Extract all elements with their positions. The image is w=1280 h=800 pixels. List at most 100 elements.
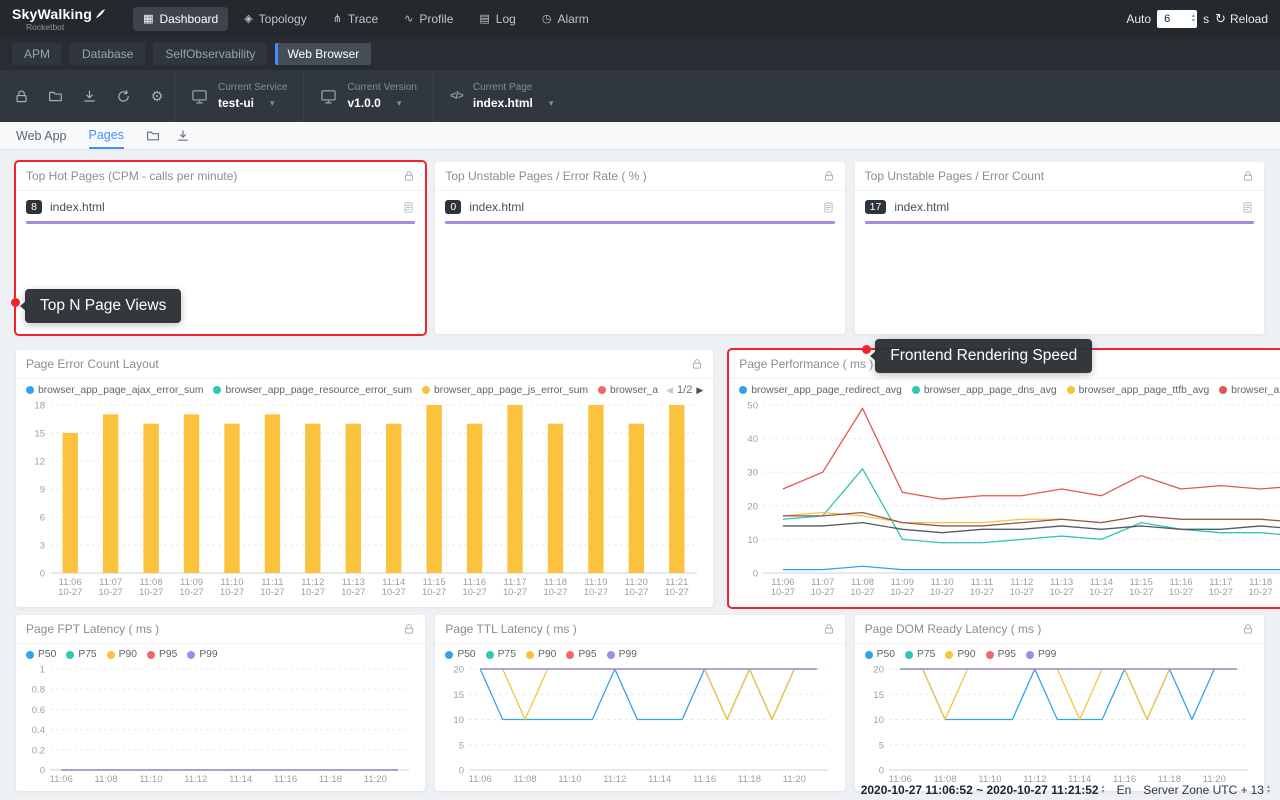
legend-item[interactable]: P95 bbox=[147, 649, 177, 660]
current-service-select[interactable]: Current Service test-ui▾ bbox=[174, 70, 303, 122]
legend-item[interactable]: P50 bbox=[445, 649, 475, 660]
legend-item[interactable]: P75 bbox=[66, 649, 96, 660]
nav-item-alarm[interactable]: ◷Alarm bbox=[532, 7, 599, 31]
selector-label: Current Service bbox=[218, 82, 287, 93]
download-icon[interactable] bbox=[176, 129, 190, 143]
reload-button[interactable]: ↻ Reload bbox=[1215, 11, 1268, 27]
lock-icon[interactable] bbox=[4, 70, 38, 122]
tab-apm[interactable]: APM bbox=[12, 43, 62, 65]
legend-label: P99 bbox=[619, 649, 637, 660]
legend-item[interactable]: P90 bbox=[107, 649, 137, 660]
svg-text:15: 15 bbox=[454, 690, 465, 701]
tab-database[interactable]: Database bbox=[70, 43, 145, 65]
legend-item[interactable]: browser_app_page_redirect_avg bbox=[739, 385, 902, 396]
nav-label: Topology bbox=[259, 12, 307, 26]
legend-dot bbox=[912, 386, 920, 394]
legend-item[interactable]: browser_app_page_tcp_avg bbox=[1219, 385, 1280, 396]
chart-legend: P50 P75 P90 P95 P99 bbox=[855, 644, 1264, 662]
nav-item-profile[interactable]: ∿Profile bbox=[394, 7, 463, 31]
refresh-controls: Auto 6 ▴▾ s ↻ Reload bbox=[1126, 10, 1268, 28]
svg-text:3: 3 bbox=[40, 541, 45, 552]
svg-text:1: 1 bbox=[40, 665, 45, 676]
legend-label: browser_app_page_redirect_avg bbox=[751, 385, 902, 396]
legend-item[interactable]: browser_app_page_ttfb_avg bbox=[1067, 385, 1210, 396]
legend-item[interactable]: browser_app_page_ajax_error_sum bbox=[26, 385, 203, 396]
legend-item[interactable]: browser_app_page_js_error_sum bbox=[422, 385, 588, 396]
tab-pages[interactable]: Pages bbox=[89, 122, 124, 149]
nav-item-dashboard[interactable]: ▦Dashboard bbox=[133, 7, 228, 31]
lock-icon[interactable] bbox=[691, 358, 703, 370]
current-version-select[interactable]: Current Version v1.0.0▾ bbox=[303, 70, 432, 122]
legend-label: P50 bbox=[457, 649, 475, 660]
lock-icon[interactable] bbox=[1242, 623, 1254, 635]
nav-item-log[interactable]: ▤Log bbox=[469, 7, 525, 31]
dashboard-toolbar: ⚙ Current Service test-ui▾ Current Versi… bbox=[0, 70, 1280, 122]
current-page-select[interactable]: </> Current Page index.html▾ bbox=[433, 70, 569, 122]
svg-text:10-27: 10-27 bbox=[179, 587, 203, 598]
auto-label: Auto bbox=[1126, 12, 1151, 26]
tab-selfobservability[interactable]: SelfObservability bbox=[153, 43, 267, 65]
annotation-tooltip: Frontend Rendering Speed bbox=[875, 339, 1092, 373]
legend-dot bbox=[486, 651, 494, 659]
tab-web-browser[interactable]: Web Browser bbox=[275, 43, 371, 65]
value-badge: 8 bbox=[26, 200, 42, 214]
gear-icon[interactable]: ⚙ bbox=[140, 70, 174, 122]
legend-item[interactable]: P99 bbox=[187, 649, 217, 660]
clipboard-icon[interactable] bbox=[402, 201, 415, 214]
dashboard-content: Top Hot Pages (CPM - calls per minute) 8… bbox=[0, 150, 1280, 791]
legend-item[interactable]: P99 bbox=[1026, 649, 1056, 660]
svg-text:10-27: 10-27 bbox=[462, 587, 486, 598]
legend-item[interactable]: P50 bbox=[26, 649, 56, 660]
next-page-icon[interactable]: ▶ bbox=[696, 385, 703, 396]
folder-icon[interactable] bbox=[146, 129, 160, 143]
stepper-down-icon[interactable]: ▾ bbox=[1102, 790, 1105, 795]
svg-text:10-27: 10-27 bbox=[543, 587, 567, 598]
prev-page-icon[interactable]: ◀ bbox=[666, 385, 673, 396]
panel-title: Page Error Count Layout bbox=[26, 357, 159, 371]
panel-page-dom-ready-latency: Page DOM Ready Latency ( ms ) P50P75P90P… bbox=[855, 615, 1264, 791]
svg-text:40: 40 bbox=[748, 434, 759, 445]
clipboard-icon[interactable] bbox=[822, 201, 835, 214]
svg-text:10-27: 10-27 bbox=[890, 587, 914, 598]
tab-web-app[interactable]: Web App bbox=[16, 122, 67, 149]
download-icon[interactable] bbox=[72, 70, 106, 122]
topology-icon: ◈ bbox=[244, 14, 252, 25]
lock-icon[interactable] bbox=[403, 623, 415, 635]
lock-icon[interactable] bbox=[1242, 170, 1254, 182]
folder-icon[interactable] bbox=[38, 70, 72, 122]
svg-text:11:10: 11:10 bbox=[139, 774, 162, 785]
clipboard-icon[interactable] bbox=[1241, 201, 1254, 214]
nav-item-topology[interactable]: ◈ Topology bbox=[234, 7, 317, 31]
auto-interval-input[interactable]: 6 ▴▾ bbox=[1157, 10, 1197, 28]
legend-item[interactable]: P95 bbox=[986, 649, 1016, 660]
svg-text:11:12: 11:12 bbox=[184, 774, 207, 785]
lock-icon[interactable] bbox=[823, 623, 835, 635]
legend-item[interactable]: P50 bbox=[865, 649, 895, 660]
legend-item[interactable]: browser_a bbox=[598, 385, 658, 396]
nav-label: Log bbox=[496, 12, 516, 26]
legend-dot bbox=[26, 386, 34, 394]
language-switch[interactable]: En bbox=[1117, 783, 1132, 797]
stepper-down-icon[interactable]: ▾ bbox=[1192, 19, 1195, 24]
legend-item[interactable]: P95 bbox=[566, 649, 596, 660]
legend-item[interactable]: P75 bbox=[905, 649, 935, 660]
svg-text:0.2: 0.2 bbox=[32, 745, 45, 756]
lock-icon[interactable] bbox=[403, 170, 415, 182]
legend-dot bbox=[1219, 386, 1227, 394]
stepper-down-icon[interactable]: ▾ bbox=[1267, 790, 1270, 795]
app-logo[interactable]: SkyWalking Rocketbot bbox=[12, 7, 107, 32]
refresh-icon[interactable] bbox=[106, 70, 140, 122]
legend-item[interactable]: browser_app_page_resource_error_sum bbox=[213, 385, 412, 396]
legend-label: P99 bbox=[1038, 649, 1056, 660]
panel-top-unstable-error-count: Top Unstable Pages / Error Count 17 inde… bbox=[855, 162, 1264, 334]
legend-item[interactable]: browser_app_page_dns_avg bbox=[912, 385, 1057, 396]
lock-icon[interactable] bbox=[823, 170, 835, 182]
legend-item[interactable]: P75 bbox=[486, 649, 516, 660]
legend-item[interactable]: P99 bbox=[607, 649, 637, 660]
time-range[interactable]: 2020-10-27 11:06:52 ~ 2020-10-27 11:21:5… bbox=[861, 783, 1105, 797]
nav-item-trace[interactable]: ⋔Trace bbox=[323, 7, 388, 31]
server-zone-control[interactable]: Server Zone UTC + 13 ▴▾ bbox=[1143, 783, 1270, 797]
chart-canvas: 0510152011:0611:0811:1011:1211:1411:1611… bbox=[859, 662, 1260, 787]
legend-item[interactable]: P90 bbox=[945, 649, 975, 660]
legend-item[interactable]: P90 bbox=[526, 649, 556, 660]
